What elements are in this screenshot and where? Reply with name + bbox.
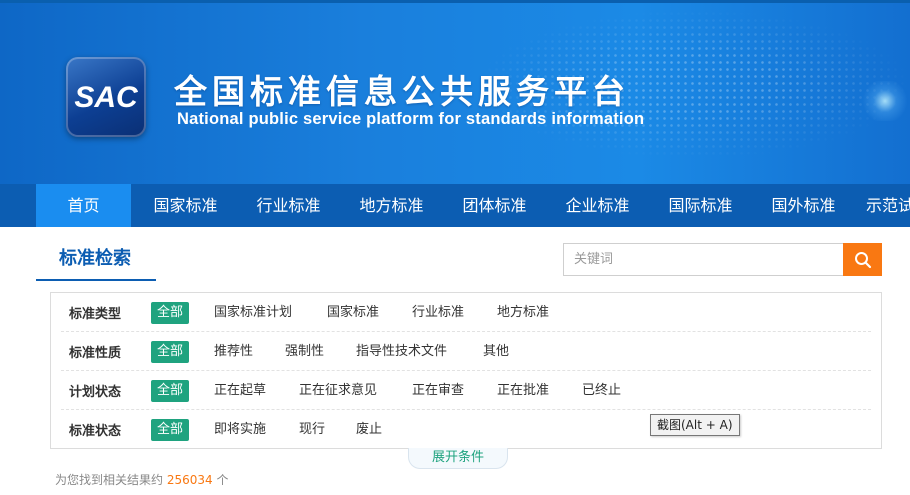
nav-item-industry-standards[interactable]: 行业标准 [241,184,336,227]
filter-option[interactable]: 现行 [299,419,325,441]
filter-option[interactable]: 正在批准 [497,380,549,402]
keyword-search-input[interactable] [563,243,843,276]
filter-option[interactable]: 地方标准 [497,302,549,324]
filter-option[interactable]: 国家标准计划 [214,302,292,324]
nav-item-national-standards[interactable]: 国家标准 [138,184,233,227]
filter-row-standard-type: 标准类型 全部 国家标准计划 国家标准 行业标准 地方标准 [61,293,871,332]
filter-row-standard-status: 标准状态 全部 即将实施 现行 废止 [61,410,871,449]
filter-label: 标准性质 [69,346,122,361]
logo-text: SAC [74,81,139,114]
main-nav: 首页 国家标准 行业标准 地方标准 团体标准 企业标准 国际标准 国外标准 示范… [0,184,910,227]
filter-panel: 标准类型 全部 国家标准计划 国家标准 行业标准 地方标准 标准性质 全部 推荐… [50,292,882,449]
filter-option[interactable]: 国家标准 [327,302,379,324]
nav-item-group-standards[interactable]: 团体标准 [447,184,542,227]
filter-option[interactable]: 正在起草 [214,380,266,402]
result-count: 256034 [166,473,213,487]
site-title-cn: 全国标准信息公共服务平台 [174,72,630,111]
result-suffix: 个 [216,473,229,487]
search-icon [854,251,871,268]
filter-option-all[interactable]: 全部 [151,380,190,402]
screenshot-tooltip: 截图(Alt + A) [650,414,740,436]
nav-item-demo[interactable]: 示范试 [866,184,910,227]
filter-option-all[interactable]: 全部 [151,419,190,441]
nav-item-enterprise-standards[interactable]: 企业标准 [550,184,645,227]
glow-decoration [860,81,910,121]
filter-option[interactable]: 其他 [483,341,509,363]
filter-row-plan-status: 计划状态 全部 正在起草 正在征求意见 正在审查 正在批准 已终止 [61,371,871,410]
result-summary: 为您找到相关结果约 256034 个 [55,471,229,488]
sac-logo-mark: SAC [74,81,139,114]
filter-option[interactable]: 废止 [356,419,382,441]
filter-option[interactable]: 正在征求意见 [299,380,377,402]
filter-option[interactable]: 指导性技术文件 [356,341,447,363]
filter-option[interactable]: 正在审查 [412,380,464,402]
filter-option[interactable]: 推荐性 [214,341,253,363]
search-section-title: 标准检索 [59,248,131,269]
filter-option[interactable]: 即将实施 [214,419,266,441]
result-prefix: 为您找到相关结果约 [55,473,164,487]
search-button[interactable] [843,243,882,276]
sac-logo[interactable]: SAC [66,57,146,137]
filter-option-all[interactable]: 全部 [151,302,190,324]
site-title-en: National public service platform for sta… [177,110,645,128]
expand-conditions-button[interactable]: 展开条件 [408,448,508,469]
nav-item-foreign-standards[interactable]: 国外标准 [756,184,851,227]
filter-option[interactable]: 行业标准 [412,302,464,324]
nav-item-local-standards[interactable]: 地方标准 [344,184,439,227]
filter-option[interactable]: 已终止 [582,380,621,402]
nav-item-international-standards[interactable]: 国际标准 [653,184,748,227]
filter-row-standard-nature: 标准性质 全部 推荐性 强制性 指导性技术文件 其他 [61,332,871,371]
header-banner: SAC 全国标准信息公共服务平台 National public service… [0,3,910,184]
filter-option-all[interactable]: 全部 [151,341,190,363]
filter-option[interactable]: 强制性 [285,341,324,363]
search-title-underline [36,279,156,281]
filter-label: 标准类型 [69,307,122,322]
filter-label: 标准状态 [69,424,122,439]
filter-label: 计划状态 [69,385,122,400]
search-header: 标准检索 [0,227,910,281]
nav-item-home[interactable]: 首页 [36,184,131,227]
